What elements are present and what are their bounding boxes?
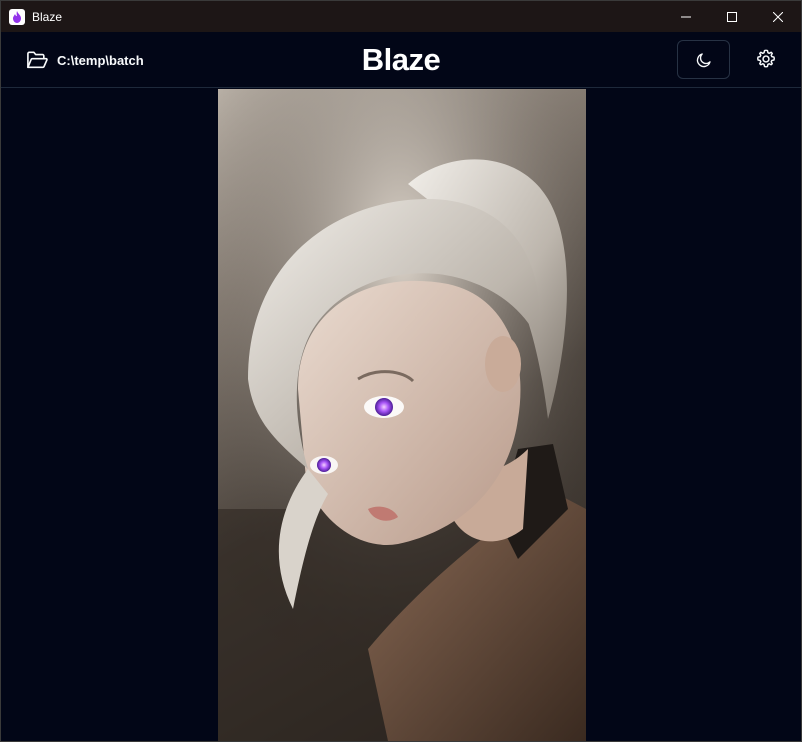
- theme-toggle-button[interactable]: [677, 40, 730, 79]
- title-bar[interactable]: Blaze: [1, 1, 801, 32]
- gear-icon: [757, 49, 775, 68]
- maximize-icon: [727, 11, 737, 22]
- close-icon: [773, 11, 783, 22]
- app-header: C:\temp\batch Blaze: [1, 32, 801, 88]
- moon-icon: [696, 52, 711, 67]
- app-window: Blaze C:\temp\batch Blaze: [0, 0, 802, 742]
- window-controls: [663, 1, 801, 32]
- portrait-illustration: [218, 89, 586, 741]
- window-title: Blaze: [32, 9, 63, 24]
- blaze-app-icon: [9, 8, 25, 25]
- settings-button[interactable]: [751, 44, 781, 74]
- maximize-button[interactable]: [709, 1, 755, 32]
- minimize-button[interactable]: [663, 1, 709, 32]
- portrait-image[interactable]: [218, 89, 586, 741]
- image-viewer[interactable]: [1, 89, 801, 741]
- close-button[interactable]: [755, 1, 801, 32]
- minimize-icon: [681, 16, 691, 17]
